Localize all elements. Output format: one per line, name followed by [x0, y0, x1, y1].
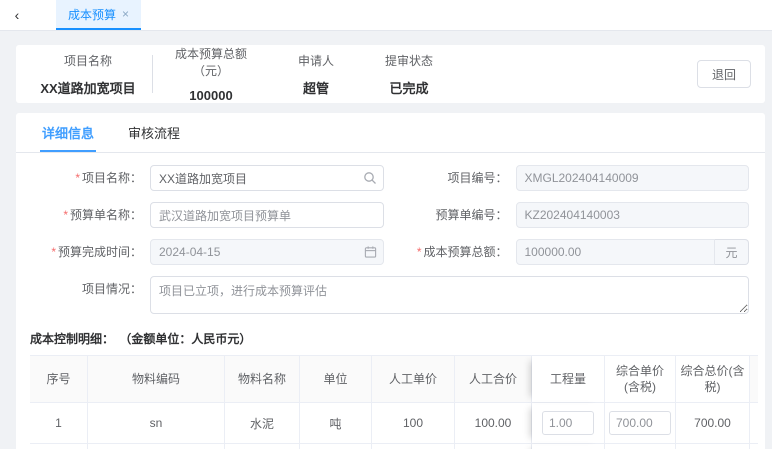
clipped-cell [750, 403, 758, 443]
cell-seq: 2 [30, 444, 88, 449]
tab-bar: ‹ 成本预算 × [0, 0, 772, 31]
cell-combined-price [605, 403, 676, 443]
back-chevron-icon[interactable]: ‹ [0, 0, 34, 30]
col-labor-total: 人工合价 [455, 356, 532, 402]
col-combined-total: 综合总价(含税) [676, 356, 750, 402]
cell-seq: 1 [30, 403, 88, 443]
cell-quantity [532, 403, 605, 443]
cell-labor-price: 100 [372, 403, 455, 443]
summary-label: 申请人 [281, 52, 351, 69]
cost-detail-table: 序号 物料编码 物料名称 单位 人工单价 人工合价 工程量 综合单价(含税) 综… [30, 355, 758, 449]
col-material-code: 物料编码 [88, 356, 225, 402]
col-combined-price: 综合单价(含税) [605, 356, 676, 402]
page-body: 项目名称 XX道路加宽项目 成本预算总额（元） 100000 申请人 超管 提审… [0, 31, 772, 449]
cell-quantity [532, 444, 605, 449]
cell-combined-total: 700.00 [676, 403, 750, 443]
summary-label: 提审状态 [371, 52, 447, 69]
clipped-cell [750, 444, 758, 449]
cell-labor-price: 200 [372, 444, 455, 449]
summary-project-name: 项目名称 XX道路加宽项目 [30, 52, 146, 97]
cell-labor-total: 200.00 [455, 444, 532, 449]
detail-section-title: 成本控制明细： （金额单位：人民币元） [16, 314, 765, 355]
summary-total-amount: 成本预算总额（元） 100000 [161, 45, 261, 103]
cell-unit: 吨 [300, 403, 372, 443]
currency-suffix: 元 [715, 239, 749, 265]
required-asterisk: * [63, 208, 68, 222]
total-amount-input [516, 239, 716, 265]
cell-labor-total: 100.00 [455, 403, 532, 443]
field-label: *成本预算总额： [394, 239, 516, 265]
required-asterisk: * [417, 245, 422, 259]
search-icon[interactable] [363, 171, 377, 185]
project-desc-textarea[interactable]: 项目已立项，进行成本预算评估 [150, 276, 749, 314]
summary-applicant: 申请人 超管 [281, 52, 351, 97]
project-name-input[interactable] [150, 165, 384, 191]
field-label: 项目编号： [394, 165, 516, 191]
project-code-input [516, 165, 750, 191]
budget-code-input [516, 202, 750, 228]
summary-status-value: 已完成 [371, 78, 447, 97]
return-button[interactable]: 退回 [697, 60, 751, 88]
budget-form: *项目名称： 项目编号： *预算单名称： [16, 153, 765, 314]
detail-unit-note: （金额单位：人民币元） [119, 332, 251, 346]
detail-card: 详细信息 审核流程 *项目名称： 项目编号： [16, 113, 765, 449]
finish-date-input [150, 239, 384, 265]
detail-tabs: 详细信息 审核流程 [16, 113, 765, 153]
clipped-column [750, 356, 758, 402]
field-label: 项目情况： [28, 276, 150, 302]
cell-material-name: 水泥 [225, 403, 300, 443]
tab-detail-info[interactable]: 详细信息 [40, 113, 96, 152]
cell-material-name: 钢筋 [225, 444, 300, 449]
page-tab-label: 成本预算 [68, 6, 116, 23]
field-label: *预算单名称： [28, 202, 150, 228]
tab-close-icon[interactable]: × [122, 7, 129, 21]
col-seq: 序号 [30, 356, 88, 402]
cell-combined-total: 300.00 [676, 444, 750, 449]
combined-price-input [609, 411, 671, 435]
table-header-row: 序号 物料编码 物料名称 单位 人工单价 人工合价 工程量 综合单价(含税) 综… [30, 356, 758, 403]
table-row: 2 gj 钢筋 吨 200 200.00 300.00 [30, 444, 758, 449]
field-label: *项目名称： [28, 165, 150, 191]
summary-label: 成本预算总额（元） [161, 45, 261, 79]
vertical-divider [152, 55, 153, 93]
required-asterisk: * [51, 245, 56, 259]
col-quantity: 工程量 [532, 356, 605, 402]
field-label: 预算单编号： [394, 202, 516, 228]
field-total-amount: *成本预算总额： 元 [394, 239, 750, 265]
summary-label: 项目名称 [30, 52, 146, 69]
table-row: 1 sn 水泥 吨 100 100.00 700.00 [30, 403, 758, 444]
summary-value: XX道路加宽项目 [30, 78, 146, 97]
cell-unit: 吨 [300, 444, 372, 449]
col-unit: 单位 [300, 356, 372, 402]
field-label: *预算完成时间： [28, 239, 150, 265]
col-material-name: 物料名称 [225, 356, 300, 402]
detail-title-text: 成本控制明细： [30, 332, 114, 346]
summary-value: 100000 [161, 88, 261, 103]
tab-review-flow[interactable]: 审核流程 [126, 113, 182, 152]
calendar-icon [364, 246, 377, 259]
required-asterisk: * [75, 171, 80, 185]
page-tab-cost-budget[interactable]: 成本预算 × [56, 0, 141, 30]
cell-material-code: sn [88, 403, 225, 443]
field-project-code: 项目编号： [394, 165, 750, 191]
field-project-desc: 项目情况： 项目已立项，进行成本预算评估 [28, 276, 749, 314]
field-budget-name: *预算单名称： [28, 202, 384, 228]
field-project-name: *项目名称： [28, 165, 384, 191]
cell-combined-price [605, 444, 676, 449]
field-finish-date: *预算完成时间： [28, 239, 384, 265]
col-labor-price: 人工单价 [372, 356, 455, 402]
cell-material-code: gj [88, 444, 225, 449]
budget-name-input[interactable] [150, 202, 384, 228]
field-budget-code: 预算单编号： [394, 202, 750, 228]
summary-card: 项目名称 XX道路加宽项目 成本预算总额（元） 100000 申请人 超管 提审… [16, 45, 765, 103]
summary-value: 超管 [281, 78, 351, 97]
quantity-input [542, 411, 594, 435]
summary-review-status: 提审状态 已完成 [371, 52, 447, 97]
